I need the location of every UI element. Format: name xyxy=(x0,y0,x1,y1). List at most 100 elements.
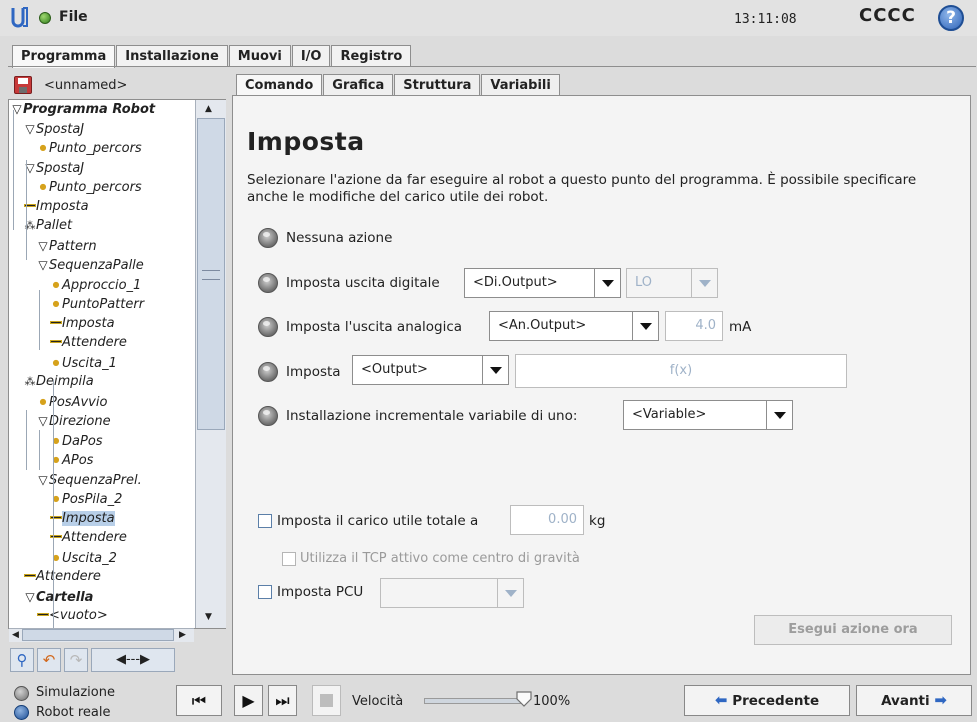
scroll-down-icon[interactable]: ▼ xyxy=(205,612,212,622)
tree-node[interactable]: ⁂Pallet xyxy=(24,217,73,235)
page-title: Imposta xyxy=(247,127,365,156)
command-icon xyxy=(50,529,62,547)
scroll-right-icon[interactable]: ▶ xyxy=(179,630,186,640)
tab-struttura[interactable]: Struttura xyxy=(394,74,481,96)
tree-node[interactable]: Imposta xyxy=(50,510,115,528)
radio-set-expression-label: Imposta xyxy=(286,364,341,380)
digital-output-select[interactable]: <Di.Output> xyxy=(464,268,621,298)
tab-programma[interactable]: Programma xyxy=(12,45,116,68)
tab-grafica[interactable]: Grafica xyxy=(323,74,394,96)
waypoint-icon: ● xyxy=(52,299,60,308)
digital-value-select[interactable]: LO xyxy=(626,268,718,298)
radio-set-expression[interactable] xyxy=(258,362,278,382)
tab-io[interactable]: I/O xyxy=(291,45,331,67)
scroll-up-icon[interactable]: ▲ xyxy=(205,104,212,114)
tree-node-label: Pattern xyxy=(49,238,97,254)
play-button[interactable]: ▶ xyxy=(234,685,263,716)
payload-checkbox[interactable] xyxy=(258,514,272,528)
tree-node[interactable]: Attendere xyxy=(50,334,127,352)
tree-node-label: DaPos xyxy=(62,433,103,449)
analog-value-input[interactable]: 4.0 xyxy=(665,311,723,341)
expression-field[interactable]: f(x) xyxy=(515,354,847,388)
tree-node[interactable]: ▽Pattern xyxy=(37,237,97,255)
folder-triangle-icon: ▽ xyxy=(38,414,48,428)
tab-muovi[interactable]: Muovi xyxy=(228,45,291,67)
chevron-down-icon xyxy=(691,269,717,297)
tree-node[interactable]: Imposta xyxy=(50,315,115,333)
tree-node[interactable]: ▽Direzione xyxy=(37,412,110,430)
main-tabs: Programma Installazione Muovi I/O Regist… xyxy=(12,45,412,68)
tree-node[interactable]: ● PosAvvio xyxy=(37,393,108,411)
file-menu[interactable]: File xyxy=(59,9,88,25)
waypoint-icon: ● xyxy=(52,552,60,562)
tab-comando[interactable]: Comando xyxy=(236,74,323,97)
tree-node[interactable]: ● APos xyxy=(50,451,94,469)
tcp-cog-checkbox[interactable] xyxy=(282,552,296,566)
tree-node[interactable]: ▽SequenzaPalle xyxy=(37,256,144,274)
move-arrows-icon[interactable]: ◀---▶ xyxy=(91,648,175,672)
set-output-select[interactable]: <Output> xyxy=(352,355,509,385)
tab-installazione[interactable]: Installazione xyxy=(116,45,228,67)
tcp-checkbox[interactable] xyxy=(258,585,272,599)
tab-registro[interactable]: Registro xyxy=(331,45,412,67)
tree-node[interactable]: ▽SpostaJ xyxy=(24,159,84,177)
tree-node[interactable]: ▽Cartella xyxy=(24,588,93,606)
tree-node[interactable]: ● DaPos xyxy=(50,432,103,450)
radio-digital-output-label: Imposta uscita digitale xyxy=(286,275,440,291)
tcp-select[interactable] xyxy=(380,578,524,608)
run-now-button[interactable]: Esegui azione ora xyxy=(754,615,952,645)
tree-node[interactable]: ● Uscita_1 xyxy=(50,354,117,372)
stop-button[interactable] xyxy=(312,685,341,716)
increment-variable-select[interactable]: <Variable> xyxy=(623,400,793,430)
tree-node-label: SpostaJ xyxy=(36,160,85,176)
tree-node[interactable]: ● Punto_percors xyxy=(37,178,142,196)
tree-node[interactable]: ⁂Deimpila xyxy=(24,373,94,391)
search-icon[interactable]: ⚲ xyxy=(10,648,34,672)
redo-icon[interactable]: ↷ xyxy=(64,648,88,672)
rewind-button[interactable]: ⏮ xyxy=(176,685,222,716)
simulation-radio[interactable] xyxy=(14,686,29,701)
tree-node[interactable]: ● PosPila_2 xyxy=(50,490,123,508)
tree-node[interactable]: ▽Programma Robot xyxy=(11,100,155,118)
tree-node[interactable]: <vuoto> xyxy=(37,607,108,625)
tree-node-label: Uscita_2 xyxy=(62,550,117,566)
scroll-left-icon[interactable]: ◀ xyxy=(12,630,19,640)
help-icon[interactable]: ? xyxy=(938,5,964,31)
chevron-down-icon xyxy=(632,312,658,340)
analog-output-select[interactable]: <An.Output> xyxy=(489,311,659,341)
page-description: Selezionare l'azione da far eseguire al … xyxy=(247,172,917,205)
tree-node[interactable]: Attendere xyxy=(24,568,101,586)
tree-node-label: PosPila_2 xyxy=(62,492,123,507)
program-tree: ▽Programma Robot ▽SpostaJ ● Punto_percors ▽S… xyxy=(8,99,226,629)
tab-variabili[interactable]: Variabili xyxy=(481,74,560,96)
ur-logo-icon xyxy=(11,7,28,28)
radio-increment-variable[interactable] xyxy=(258,406,278,426)
tree-node-label: APos xyxy=(62,453,94,468)
prev-button[interactable]: ⬅ Precedente xyxy=(684,685,850,716)
tree-node[interactable]: Imposta xyxy=(24,198,89,216)
real-robot-radio[interactable] xyxy=(14,705,29,720)
tree-node-label: Imposta xyxy=(62,510,115,526)
radio-analog-output[interactable] xyxy=(258,317,278,337)
radio-no-action[interactable] xyxy=(258,228,278,248)
payload-input[interactable]: 0.00 xyxy=(510,505,584,535)
tree-node[interactable]: ● PuntoPatterr xyxy=(50,295,145,313)
clock: 13:11:08 xyxy=(734,12,797,27)
robot-name: CCCC xyxy=(859,5,916,26)
tree-hscroll-thumb[interactable] xyxy=(22,629,174,641)
speed-fill xyxy=(425,699,523,703)
undo-icon[interactable]: ↶ xyxy=(37,648,61,672)
tree-node[interactable]: ● Approccio_1 xyxy=(50,276,142,294)
tree-node[interactable]: ▽SpostaJ xyxy=(24,120,84,138)
tree-node-label: SequenzaPalle xyxy=(49,258,144,273)
speed-thumb-icon[interactable] xyxy=(515,690,533,708)
folder-triangle-icon: ▽ xyxy=(38,472,48,487)
save-icon[interactable] xyxy=(14,76,32,94)
tree-node[interactable]: ● Punto_percors xyxy=(37,139,142,157)
radio-digital-output[interactable] xyxy=(258,273,278,293)
next-button[interactable]: Avanti ➡ xyxy=(856,685,972,716)
step-button[interactable]: ⏭ xyxy=(268,685,297,716)
analog-output-value: <An.Output> xyxy=(498,318,587,333)
tree-node[interactable]: ● Uscita_2 xyxy=(50,549,117,567)
tree-node[interactable]: Attendere xyxy=(50,529,127,547)
